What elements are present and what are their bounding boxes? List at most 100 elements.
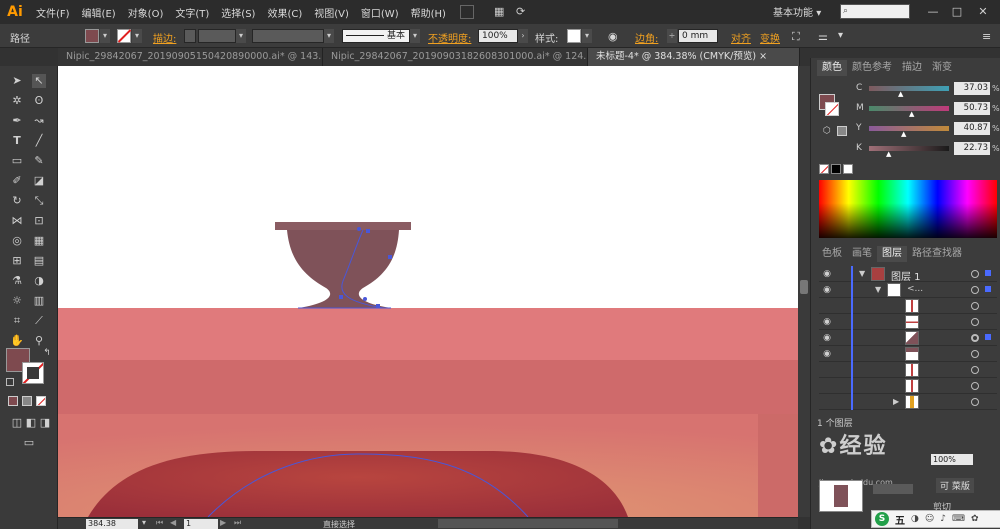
pencil-tool-icon[interactable]: ✐ — [10, 174, 24, 188]
bridge-icon[interactable] — [459, 5, 474, 19]
slider-track[interactable] — [869, 146, 949, 151]
stroke-weight-stepper[interactable] — [184, 29, 196, 43]
corner-link[interactable]: 边角: — [635, 30, 658, 45]
tab-stroke[interactable]: 描边 — [897, 60, 927, 76]
selection-indicator[interactable] — [985, 334, 991, 340]
slider-value-field[interactable]: 50.73 — [954, 102, 990, 115]
slider-track[interactable] — [869, 86, 949, 91]
symbol-sprayer-tool-icon[interactable]: ☼ — [10, 294, 24, 308]
default-colors-icon[interactable] — [6, 378, 14, 386]
layer-row-item[interactable] — [819, 362, 997, 378]
target-icon[interactable] — [971, 382, 979, 390]
panel-stroke-swatch[interactable] — [825, 102, 839, 116]
slider-thumb[interactable]: ▲ — [898, 90, 903, 98]
target-icon[interactable] — [971, 350, 979, 358]
magic-wand-tool-icon[interactable]: ✲ — [10, 94, 24, 108]
draw-inside-icon[interactable]: ◨ — [38, 416, 52, 430]
eye-icon[interactable]: ◉ — [821, 285, 833, 295]
brush-definition-field[interactable]: 基本 — [342, 29, 410, 43]
chevron-down-icon[interactable]: ▼ — [875, 285, 881, 294]
layer-row-main[interactable]: ◉ ▼ 图层 1 — [819, 266, 997, 283]
isolate-icon[interactable]: ⛶ — [792, 30, 800, 44]
menu-object[interactable]: 对象(O) — [122, 5, 170, 20]
emoji-icon[interactable]: ☺ — [925, 514, 934, 524]
tab-document-2[interactable]: Nipic_29842067_20190903182608301000.ai* … — [323, 48, 588, 66]
hand-tool-icon[interactable]: ✋ — [10, 334, 24, 348]
direction-handle[interactable] — [363, 297, 367, 301]
gradient-mode-icon[interactable] — [22, 396, 32, 406]
target-icon[interactable] — [971, 302, 979, 310]
tab-document-1[interactable]: Nipic_29842067_20190905150420890000.ai* … — [58, 48, 323, 66]
line-tool-icon[interactable]: ╱ — [32, 134, 46, 148]
slider-track[interactable] — [869, 126, 949, 131]
profile-arrow[interactable]: ▾ — [324, 29, 334, 43]
stroke-swatch[interactable] — [117, 29, 132, 43]
target-icon[interactable] — [971, 270, 979, 278]
menu-file[interactable]: 文件(F) — [30, 5, 76, 20]
tab-document-active[interactable]: 未标题-4* @ 384.38% (CMYK/预览) × — [588, 48, 800, 66]
voice-icon[interactable]: ♪ — [940, 514, 946, 524]
stroke-weight-field[interactable] — [198, 29, 236, 43]
menu-effect[interactable]: 效果(C) — [261, 5, 308, 20]
layer-row-item[interactable] — [819, 378, 997, 394]
slider-value-field[interactable]: 22.73 — [954, 142, 990, 155]
tab-layers[interactable]: 图层 — [877, 246, 907, 262]
tab-swatches[interactable]: 色板 — [817, 246, 847, 262]
color-spectrum[interactable] — [819, 180, 997, 238]
align-link[interactable]: 对齐 — [731, 30, 751, 45]
target-icon[interactable] — [971, 334, 979, 342]
none-swatch[interactable] — [819, 164, 829, 174]
corner-stepper[interactable]: ÷ — [667, 29, 677, 43]
stroke-color-box[interactable] — [22, 362, 44, 384]
menu-view[interactable]: 视图(V) — [308, 5, 355, 20]
transform-link[interactable]: 变换 — [760, 30, 780, 45]
layer-row-item[interactable]: ◉ — [819, 314, 997, 330]
canvas-vertical-scrollbar[interactable] — [798, 66, 810, 517]
swap-colors-icon[interactable]: ↰ — [40, 346, 54, 360]
graphic-style-swatch[interactable] — [567, 29, 581, 43]
slider-value-field[interactable]: 40.87 — [954, 122, 990, 135]
anchor-point[interactable] — [339, 295, 343, 299]
eye-icon[interactable]: ◉ — [821, 333, 833, 343]
selection-tool-icon[interactable]: ➤ — [10, 74, 24, 88]
artboard-canvas[interactable] — [58, 66, 798, 517]
selection-indicator[interactable] — [985, 270, 991, 276]
curvature-tool-icon[interactable]: ↝ — [32, 114, 46, 128]
white-swatch[interactable] — [843, 164, 853, 174]
tab-pathfinder[interactable]: 路径查找器 — [907, 246, 967, 262]
stroke-link[interactable]: 描边: — [153, 30, 176, 45]
layer-name[interactable]: 图层 1 — [891, 268, 921, 283]
close-icon[interactable]: × — [759, 51, 767, 62]
slider-value-field[interactable]: 37.03 — [954, 82, 990, 95]
mini-dropdown[interactable] — [873, 484, 913, 494]
tab-color-guide[interactable]: 颜色参考 — [847, 60, 897, 76]
target-icon[interactable] — [971, 366, 979, 374]
mesh-tool-icon[interactable]: ⊞ — [10, 254, 24, 268]
black-swatch[interactable] — [831, 164, 841, 174]
anchor-point[interactable] — [376, 304, 380, 308]
sublayer-name[interactable]: <... — [907, 284, 923, 294]
draw-normal-icon[interactable]: ◫ — [10, 416, 24, 430]
slider-thumb[interactable]: ▲ — [901, 130, 906, 138]
opacity-arrow[interactable]: › — [518, 29, 528, 43]
chevron-right-icon[interactable]: ▶ — [893, 397, 899, 406]
paintbrush-tool-icon[interactable]: ✎ — [32, 154, 46, 168]
menu-edit[interactable]: 编辑(E) — [76, 5, 122, 20]
eye-icon[interactable]: ◉ — [821, 349, 833, 359]
previous-artboard-icon[interactable]: ◀ — [170, 518, 176, 527]
eyedropper-tool-icon[interactable]: ⚗ — [10, 274, 24, 288]
recolor-icon[interactable]: ◉ — [608, 30, 618, 43]
tab-brushes[interactable]: 画笔 — [847, 246, 877, 262]
layer-row-item[interactable]: ▶ — [819, 394, 997, 410]
menu-type[interactable]: 文字(T) — [169, 5, 215, 20]
eraser-tool-icon[interactable]: ◪ — [32, 174, 46, 188]
skin-icon[interactable]: ✿ — [971, 514, 979, 524]
layer-row-group[interactable]: ◉ ▼ <... — [819, 282, 997, 298]
scroll-thumb[interactable] — [800, 280, 808, 294]
type-tool-icon[interactable]: T — [10, 134, 24, 148]
zoom-level-field[interactable]: 384.38 — [86, 519, 138, 529]
opacity-mini-field[interactable]: 100% — [931, 454, 973, 465]
corner-radius-field[interactable]: 0 mm — [678, 29, 718, 43]
first-artboard-icon[interactable]: ⏮ — [156, 518, 163, 528]
shape-mode-icon[interactable]: ⚌ — [818, 30, 828, 43]
